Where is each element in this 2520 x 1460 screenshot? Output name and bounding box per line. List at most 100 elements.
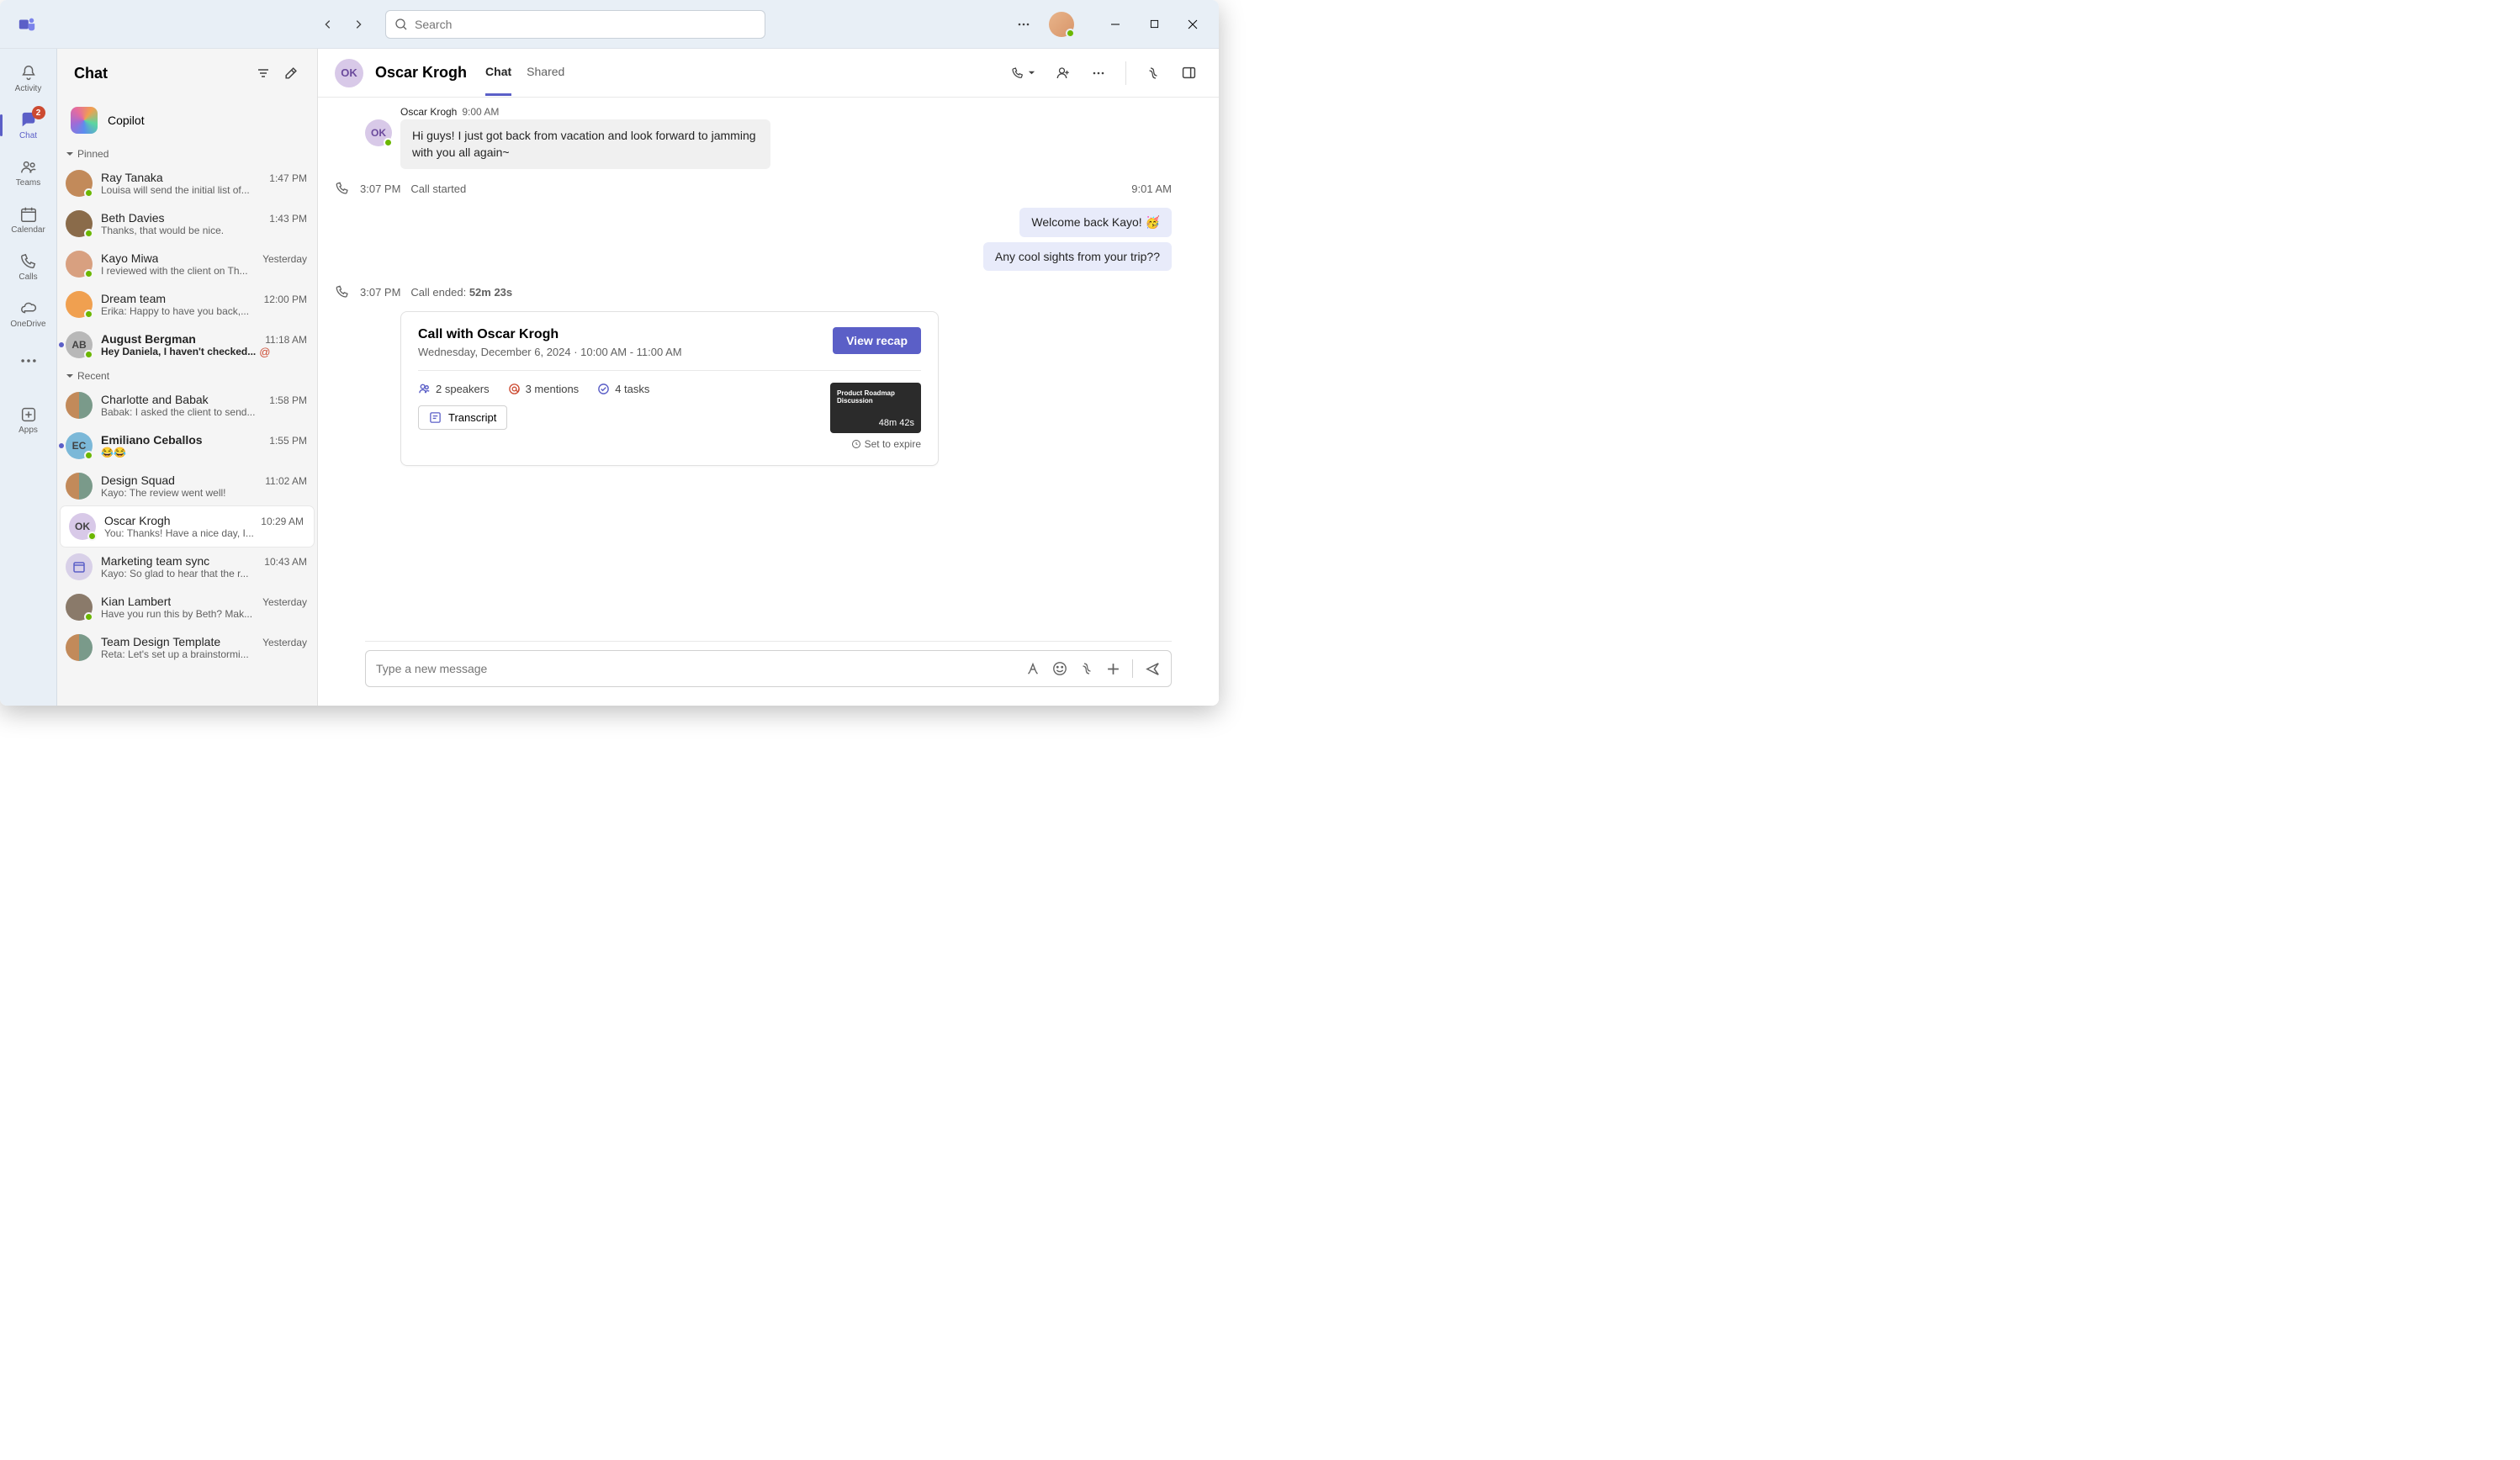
chat-item-preview: Reta: Let's set up a brainstormi... (101, 648, 249, 660)
filter-button[interactable] (250, 60, 277, 87)
main-pane: OK Oscar Krogh Chat Shared Oscar Krogh (318, 49, 1219, 706)
tab-shared[interactable]: Shared (527, 50, 564, 96)
rail-more[interactable] (5, 338, 52, 384)
copilot-item[interactable]: Copilot (57, 98, 317, 143)
app-rail: Activity 2 Chat Teams Calendar Calls (0, 49, 57, 706)
chat-item-name: Beth Davies (101, 211, 164, 225)
profile-avatar[interactable] (1049, 12, 1074, 37)
avatar (66, 251, 93, 278)
emoji-icon (1052, 661, 1067, 676)
new-chat-button[interactable] (277, 60, 304, 87)
group-avatar (66, 392, 93, 419)
chat-list-item[interactable]: ECEmiliano Ceballos1:55 PM😂😂 (57, 426, 317, 466)
chat-item-preview: Erika: Happy to have you back,... (101, 305, 249, 317)
call-dropdown-button[interactable] (1004, 60, 1041, 87)
recording-thumbnail[interactable]: Product Roadmap Discussion 48m 42s (830, 383, 921, 433)
message-bubble[interactable]: Hi guys! I just got back from vacation a… (400, 119, 770, 169)
chat-peer-name: Oscar Krogh (375, 64, 467, 82)
chat-item-time: 10:29 AM (261, 516, 304, 527)
recap-mentions[interactable]: 3 mentions (508, 383, 580, 395)
format-button[interactable] (1025, 661, 1040, 676)
rail-apps[interactable]: Apps (5, 397, 52, 442)
search-box[interactable] (385, 10, 765, 39)
rail-activity[interactable]: Activity (5, 56, 52, 101)
chat-item-time: Yesterday (262, 253, 307, 265)
presence-available-icon (87, 532, 97, 541)
window-minimize-button[interactable] (1096, 8, 1135, 41)
rail-teams[interactable]: Teams (5, 150, 52, 195)
add-person-icon (1056, 66, 1071, 81)
copilot-compose-button[interactable] (1079, 661, 1094, 676)
chat-list-item[interactable]: Dream team12:00 PMErika: Happy to have y… (57, 284, 317, 325)
chat-item-name: Kayo Miwa (101, 251, 158, 265)
section-pinned-header[interactable]: Pinned (57, 143, 317, 163)
rail-label: OneDrive (10, 320, 45, 329)
sidebar-title: Chat (74, 65, 250, 82)
nav-forward-button[interactable] (345, 11, 372, 38)
recap-tasks[interactable]: 4 tasks (597, 383, 649, 395)
call-event-label: Call started (410, 182, 466, 195)
tasks-icon (597, 383, 610, 395)
transcript-icon (429, 411, 442, 424)
avatar: EC (66, 432, 93, 459)
my-message-bubble[interactable]: Welcome back Kayo! 🥳 (1019, 208, 1172, 237)
nav-back-button[interactable] (315, 11, 341, 38)
open-panel-button[interactable] (1175, 60, 1202, 87)
format-icon (1025, 661, 1040, 676)
chat-list-item[interactable]: Marketing team sync10:43 AMKayo: So glad… (57, 547, 317, 587)
call-event-timestamp: 9:01 AM (1131, 182, 1172, 195)
chevron-down-icon (66, 150, 74, 158)
send-button[interactable] (1145, 661, 1161, 677)
chat-item-preview: Louisa will send the initial list of... (101, 184, 250, 196)
chat-item-preview: I reviewed with the client on Th... (101, 265, 248, 277)
attach-button[interactable] (1106, 662, 1120, 676)
rail-label: Calls (19, 272, 37, 282)
cloud-icon (19, 299, 38, 318)
chat-list-item[interactable]: Kian LambertYesterdayHave you run this b… (57, 587, 317, 627)
more-options-button[interactable] (1014, 14, 1034, 34)
rail-chat[interactable]: 2 Chat (5, 103, 52, 148)
search-input[interactable] (415, 18, 756, 31)
window-close-button[interactable] (1173, 8, 1212, 41)
chat-item-name: Ray Tanaka (101, 171, 163, 184)
section-label: Pinned (77, 148, 109, 160)
more-actions-button[interactable] (1085, 60, 1112, 87)
chat-list-item[interactable]: Kayo Miwa Yesterday I reviewed with the cl… (57, 244, 317, 284)
rail-onedrive[interactable]: OneDrive (5, 291, 52, 336)
chat-list-item[interactable]: Team Design TemplateYesterdayReta: Let's… (57, 627, 317, 668)
chat-item-name: Design Squad (101, 473, 175, 487)
copilot-header-button[interactable] (1140, 60, 1167, 87)
unread-indicator (59, 342, 64, 347)
chat-list-item[interactable]: Design Squad11:02 AMKayo: The review wen… (57, 466, 317, 506)
chat-list-item[interactable]: Charlotte and Babak1:58 PMBabak: I asked… (57, 385, 317, 426)
call-event-time: 3:07 PM (360, 182, 400, 195)
section-recent-header[interactable]: Recent (57, 365, 317, 385)
tab-chat[interactable]: Chat (485, 50, 511, 96)
chat-item-preview: Have you run this by Beth? Mak... (101, 608, 252, 620)
chat-list-item[interactable]: Beth Davies1:43 PMThanks, that would be … (57, 204, 317, 244)
chat-item-name: Marketing team sync (101, 554, 209, 568)
rail-label: Chat (19, 131, 37, 140)
emoji-button[interactable] (1052, 661, 1067, 676)
chat-list-item[interactable]: Ray Tanaka1:47 PMLouisa will send the in… (57, 163, 317, 204)
recap-speakers[interactable]: 2 speakers (418, 383, 490, 395)
section-label: Recent (77, 370, 109, 382)
window-maximize-button[interactable] (1135, 8, 1173, 41)
add-people-button[interactable] (1050, 60, 1077, 87)
rail-calendar[interactable]: Calendar (5, 197, 52, 242)
compose-input[interactable] (376, 662, 1015, 675)
rail-calls[interactable]: Calls (5, 244, 52, 289)
phone-icon (1011, 66, 1024, 80)
chat-item-time: 1:43 PM (269, 213, 307, 225)
chat-item-time: 10:43 AM (264, 556, 307, 568)
chat-list-item[interactable]: ABAugust Bergman11:18 AMHey Daniela, I h… (57, 325, 317, 365)
calendar-avatar (66, 553, 93, 580)
view-recap-button[interactable]: View recap (833, 327, 921, 354)
transcript-button[interactable]: Transcript (418, 405, 507, 430)
call-started-event: 3:07 PM Call started 9:01 AM (335, 181, 1172, 196)
expire-notice: Set to expire (830, 438, 921, 450)
avatar (66, 170, 93, 197)
chat-list-item[interactable]: OKOscar Krogh10:29 AMYou: Thanks! Have a… (61, 506, 314, 547)
my-message-bubble[interactable]: Any cool sights from your trip?? (983, 242, 1172, 271)
teams-logo (7, 15, 47, 34)
